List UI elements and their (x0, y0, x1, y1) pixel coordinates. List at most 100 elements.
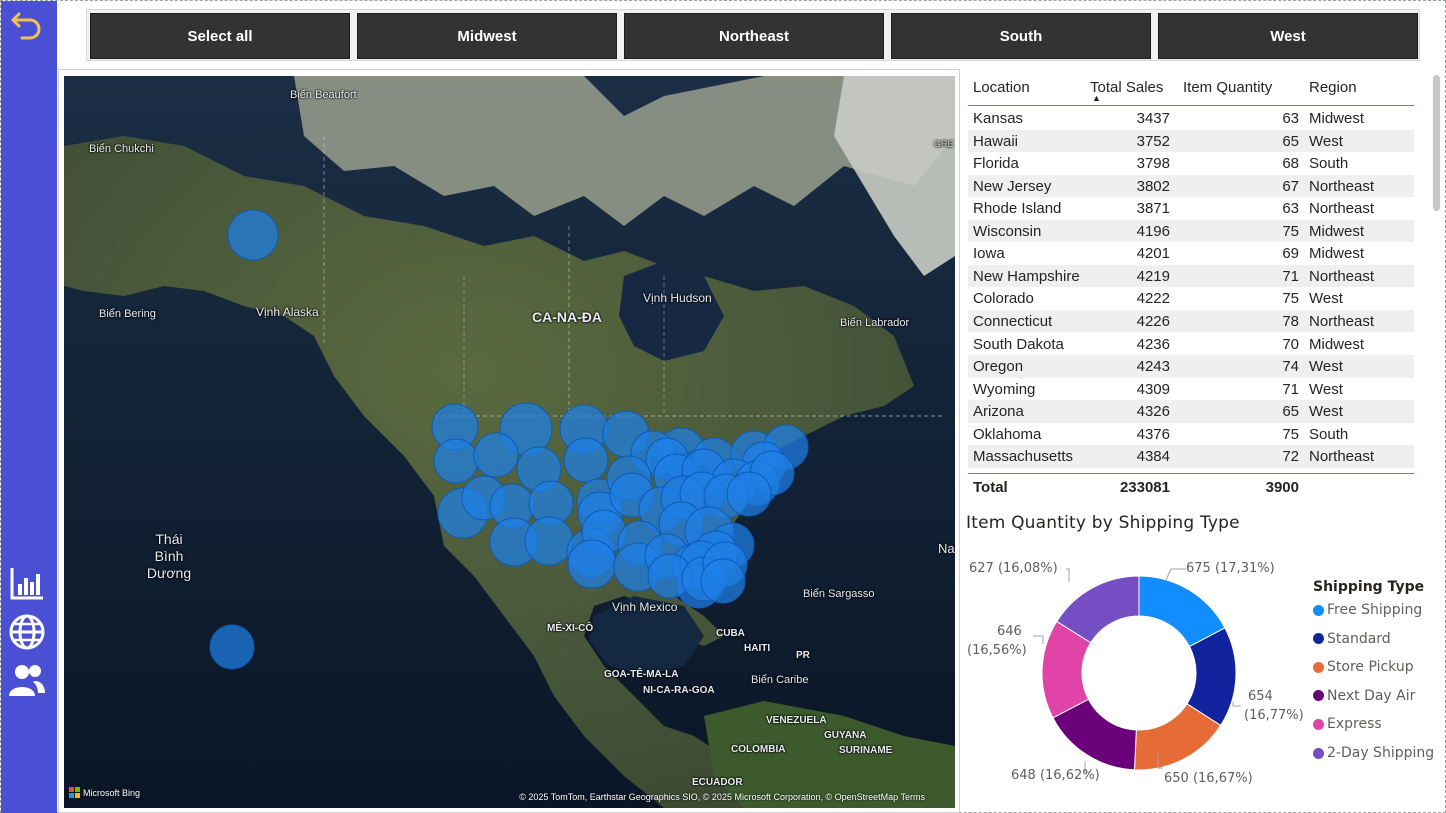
cell-total-sales: 4196 (1136, 222, 1170, 240)
sales-bubble[interactable] (726, 471, 772, 517)
cell-region: Northeast (1309, 312, 1375, 330)
table-row[interactable]: Colorado 4222 75 West (968, 287, 1414, 310)
sales-bubbles-layer[interactable] (64, 76, 955, 808)
table-row[interactable]: Oklahoma 4376 75 South (968, 423, 1414, 446)
filter-midwest-button[interactable]: Midwest (357, 13, 617, 59)
data-label-2-day-shipping: 627 (16,08%) (969, 561, 1058, 576)
table-row[interactable]: New Hampshire 4219 71 Northeast (968, 264, 1414, 288)
table-row[interactable]: Iowa 4201 69 Midwest (968, 242, 1414, 265)
map-label-bering: Biển Bering (99, 308, 156, 320)
cell-item-quantity: 75 (1282, 425, 1299, 443)
sales-bubble[interactable] (700, 558, 746, 604)
donut-svg[interactable] (961, 506, 1441, 806)
table-row[interactable]: Arizona 4326 65 West (968, 400, 1414, 423)
cell-item-quantity: 71 (1282, 267, 1299, 285)
column-header-item-quantity[interactable]: Item Quantity (1183, 79, 1272, 96)
legend-item[interactable]: 2-Day Shipping (1313, 745, 1434, 761)
legend-marker (1313, 747, 1324, 759)
globe-icon[interactable] (7, 612, 47, 652)
bar-chart-icon[interactable] (7, 563, 47, 603)
satellite-map[interactable]: Biển Beaufort Biển Chukchi Biển Bering V… (64, 76, 955, 808)
sales-table: Location Total Sales ▲ Item Quantity Reg… (966, 73, 1441, 503)
cell-region: Midwest (1309, 245, 1365, 263)
legend-item[interactable]: Standard (1313, 631, 1391, 647)
table-row[interactable]: Wisconsin 4196 75 Midwest (968, 219, 1414, 243)
legend-item[interactable]: Next Day Air (1313, 688, 1415, 704)
cell-region: South (1309, 425, 1349, 443)
header-divider (968, 105, 1414, 106)
column-header-location[interactable]: Location (973, 79, 1030, 96)
shipping-type-donut-chart: Item Quantity by Shipping Type 675 (17,3… (961, 506, 1441, 806)
map-label-sargasso: Biển Sargasso (803, 588, 875, 600)
sales-bubble[interactable] (209, 624, 255, 670)
map-label-caribbean: Biển Caribe (751, 674, 809, 686)
legend-marker (1313, 604, 1324, 616)
cell-location: New Hampshire (973, 267, 1080, 285)
map-label-mexico: MÊ-XI-CÔ (547, 623, 594, 634)
legend-title: Shipping Type (1313, 579, 1425, 595)
cell-region: Midwest (1309, 110, 1365, 127)
column-header-region[interactable]: Region (1309, 79, 1357, 96)
map-attribution[interactable]: © 2025 TomTom, Earthstar Geographics SIO… (519, 792, 925, 802)
sales-bubble[interactable] (433, 438, 479, 484)
filter-south-button[interactable]: South (891, 13, 1151, 59)
legend-item[interactable]: Free Shipping (1313, 602, 1422, 618)
cell-item-quantity: 74 (1282, 358, 1299, 376)
map-label-colombia: COLOMBIA (731, 744, 786, 755)
map-label-alaska-gulf: Vịnh Alaska (256, 305, 319, 319)
column-header-total-sales[interactable]: Total Sales (1090, 79, 1163, 96)
table-row[interactable]: Connecticut 4226 78 Northeast (968, 309, 1414, 333)
map-label-nicaragua: NI-CA-RA-GOA (643, 685, 715, 696)
cell-total-sales: 4222 (1136, 290, 1170, 308)
cell-item-quantity: 70 (1282, 335, 1299, 353)
sales-bubble[interactable] (227, 209, 279, 261)
map-label-hudson: Vịnh Hudson (643, 291, 712, 305)
cell-location: Florida (973, 155, 1019, 173)
cell-region: Northeast (1309, 267, 1375, 285)
sales-bubble[interactable] (473, 432, 519, 478)
cell-location: Hawaii (973, 132, 1019, 150)
cell-region: West (1309, 290, 1343, 308)
legend-item[interactable]: Express (1313, 716, 1382, 732)
legend-label: Next Day Air (1327, 687, 1416, 704)
sales-bubble[interactable] (567, 539, 617, 589)
sales-bubble[interactable] (524, 516, 574, 566)
table-row[interactable]: Rhode Island 3871 63 Northeast (968, 197, 1414, 220)
undo-arrow-icon[interactable] (7, 5, 47, 45)
table-row[interactable]: South Dakota 4236 70 Midwest (968, 333, 1414, 356)
filter-northeast-button[interactable]: Northeast (624, 13, 884, 59)
region-slicer: Select all Midwest Northeast South West (86, 9, 1420, 61)
cell-total-sales: 4243 (1136, 358, 1170, 376)
data-label-next-day-air: 648 (16,62%) (1011, 768, 1100, 783)
legend-label: Express (1327, 716, 1382, 733)
table-row[interactable]: Wyoming 4309 71 West (968, 378, 1414, 401)
table-row[interactable]: New Jersey 3802 67 Northeast (968, 174, 1414, 198)
table-row[interactable]: Kansas 3437 63 Midwest (968, 107, 1414, 130)
legend-label: Standard (1327, 630, 1391, 647)
table-total-row: Total 233081 3900 (968, 476, 1414, 499)
cell-location: Rhode Island (973, 200, 1062, 218)
cell-region: West (1309, 403, 1343, 421)
legend-item[interactable]: Store Pickup (1313, 659, 1414, 675)
table-row[interactable]: Florida 3798 68 South (968, 152, 1414, 175)
users-icon[interactable] (7, 660, 47, 700)
cell-region: West (1309, 358, 1343, 376)
filter-select-all-button[interactable]: Select all (90, 13, 350, 59)
filter-west-button[interactable]: West (1158, 13, 1418, 59)
map-label-venezuela: VENEZUELA (766, 715, 827, 726)
cell-region: Northeast (1309, 177, 1375, 195)
table-row[interactable]: Hawaii 3752 65 West (968, 129, 1414, 153)
sales-bubble[interactable] (563, 437, 609, 483)
cell-region: West (1309, 380, 1343, 398)
data-label-store-pickup: 650 (16,67%) (1164, 771, 1253, 786)
cell-item-quantity: 72 (1282, 448, 1299, 466)
cell-total-sales: 3752 (1136, 132, 1170, 150)
data-label-standard-pct: (16,77%) (1244, 708, 1304, 723)
table-row[interactable]: Oregon 4243 74 West (968, 355, 1414, 378)
cell-item-quantity: 65 (1282, 403, 1299, 421)
cell-total-sales: 4201 (1136, 245, 1170, 263)
table-row[interactable]: Massachusetts 4384 72 Northeast (968, 445, 1414, 468)
table-scrollbar[interactable] (1433, 75, 1440, 211)
cell-total-sales: 4226 (1136, 312, 1170, 330)
cell-item-quantity: 75 (1282, 222, 1299, 240)
